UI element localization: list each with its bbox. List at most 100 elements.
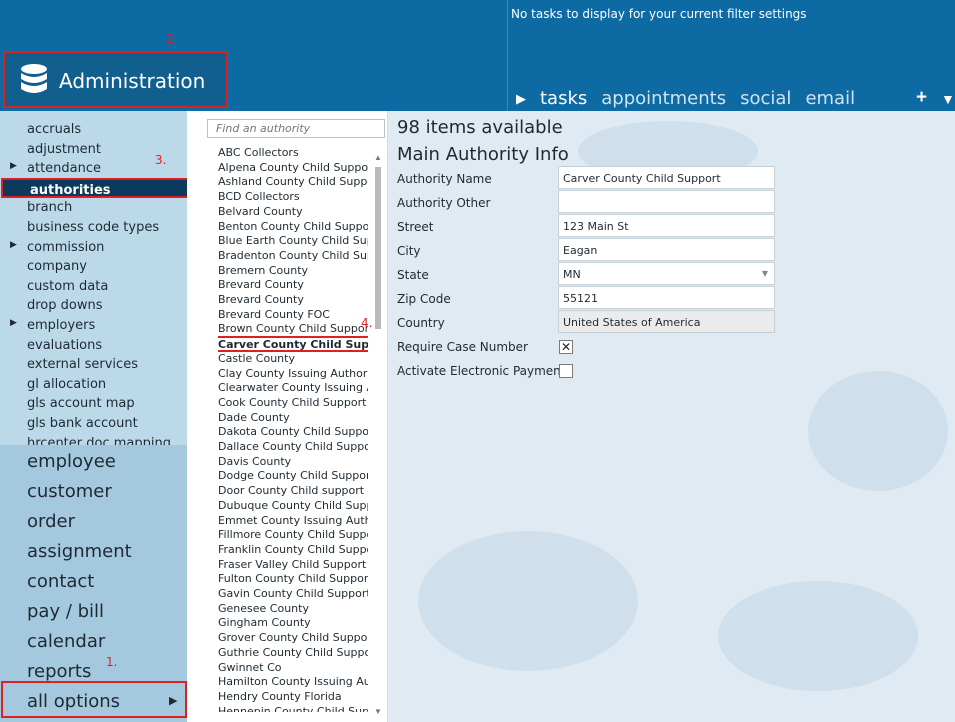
play-icon[interactable]: ▶: [516, 91, 526, 107]
sidebar-item-company[interactable]: company: [0, 256, 187, 276]
sidebar-item-accruals[interactable]: accruals: [0, 119, 187, 139]
admin-submenu: accruals adjustment ▶ attendance authorities…: [0, 119, 187, 445]
module-title-box[interactable]: Administration: [3, 51, 228, 108]
require-case-number-checkbox[interactable]: ✕: [559, 340, 573, 354]
activate-payments-checkbox[interactable]: [559, 364, 573, 378]
caret-down-icon[interactable]: ▼: [941, 91, 955, 107]
items-count: 98 items available: [397, 117, 563, 138]
zip-field[interactable]: 55121: [558, 286, 775, 309]
tab-email[interactable]: email: [805, 88, 855, 109]
list-item[interactable]: Dade County: [218, 411, 368, 425]
sidebar-item-evaluations[interactable]: evaluations: [0, 335, 187, 355]
sidebar-item-custom-data[interactable]: custom data: [0, 276, 187, 296]
sidebar-item-gls-account-map[interactable]: gls account map: [0, 393, 187, 413]
sidebar-item-branch[interactable]: branch: [0, 197, 187, 217]
nav-employee[interactable]: employee: [27, 451, 116, 472]
list-item[interactable]: Cook County Child Support Agency: [218, 396, 368, 410]
scroll-thumb[interactable]: [375, 167, 381, 329]
list-item[interactable]: Bradenton County Child Support: [218, 249, 368, 263]
sidebar-item-label: authorities: [30, 182, 111, 198]
module-title: Administration: [59, 69, 206, 93]
authority-other-field[interactable]: [558, 190, 775, 213]
sidebar-item-external-services[interactable]: external services: [0, 354, 187, 374]
tab-tasks[interactable]: tasks: [540, 88, 587, 109]
list-item[interactable]: Clay County Issuing Authority: [218, 367, 368, 381]
tab-social[interactable]: social: [740, 88, 791, 109]
scroll-up-icon[interactable]: ▲: [374, 153, 382, 162]
list-item[interactable]: Genesee County: [218, 602, 368, 616]
list-item[interactable]: Ashland County Child Support: [218, 175, 368, 189]
list-item[interactable]: Gavin County Child Support: [218, 587, 368, 601]
sidebar-item-hrcenter-doc-mapping[interactable]: hrcenter doc mapping: [0, 433, 187, 445]
expand-arrow-icon[interactable]: ▶: [10, 240, 17, 250]
list-item[interactable]: Belvard County: [218, 205, 368, 219]
authority-name-value: Carver County Child Support: [563, 172, 721, 185]
list-item[interactable]: Fulton County Child Support: [218, 572, 368, 586]
sidebar-item-label: business code types: [27, 220, 160, 235]
list-item[interactable]: Franklin County Child Support: [218, 543, 368, 557]
sidebar-item-label: hrcenter doc mapping: [27, 435, 171, 445]
list-item[interactable]: Bremern County: [218, 264, 368, 278]
list-item[interactable]: Brevard County: [218, 278, 368, 292]
all-options-button[interactable]: all options ▶: [1, 681, 187, 718]
list-item[interactable]: Grover County Child Support: [218, 631, 368, 645]
list-item[interactable]: Dodge County Child Support: [218, 469, 368, 483]
list-item[interactable]: Fraser Valley Child Support: [218, 558, 368, 572]
add-icon[interactable]: +: [916, 87, 927, 109]
authority-search-input[interactable]: [207, 119, 385, 138]
list-item[interactable]: Guthrie County Child Support: [218, 646, 368, 660]
list-item[interactable]: BCD Collectors: [218, 190, 368, 204]
sidebar-item-employers[interactable]: ▶ employers: [0, 315, 187, 335]
nav-reports[interactable]: reports: [27, 661, 91, 682]
list-item[interactable]: Gwinnet Co: [218, 661, 368, 675]
list-item[interactable]: Brown County Child Support: [218, 322, 368, 336]
sidebar-item-label: gl allocation: [27, 376, 107, 392]
sidebar-item-authorities[interactable]: authorities: [1, 177, 187, 198]
nav-order[interactable]: order: [27, 511, 75, 532]
background-shape: [808, 371, 948, 491]
list-item[interactable]: Blue Earth County Child Support: [218, 234, 368, 248]
sidebar-item-label: adjustment: [27, 141, 101, 157]
expand-arrow-icon[interactable]: ▶: [10, 318, 17, 328]
list-item[interactable]: Hamilton County Issuing Authority: [218, 675, 368, 689]
list-item[interactable]: Dallace County Child Support: [218, 440, 368, 454]
sidebar-item-gl-allocation[interactable]: gl allocation: [0, 374, 187, 394]
authority-list-pane: ABC CollectorsAlpena County Child Suppor…: [187, 111, 388, 722]
city-field[interactable]: Eagan: [558, 238, 775, 261]
sidebar-item-drop-downs[interactable]: drop downs: [0, 295, 187, 315]
list-item[interactable]: Door County Child support: [218, 484, 368, 498]
list-item[interactable]: Gingham County: [218, 616, 368, 630]
nav-contact[interactable]: contact: [27, 571, 94, 592]
expand-arrow-icon[interactable]: ▶: [10, 161, 17, 171]
list-item[interactable]: Fillmore County Child Support: [218, 528, 368, 542]
nav-calendar[interactable]: calendar: [27, 631, 105, 652]
list-item[interactable]: Alpena County Child Support: [218, 161, 368, 175]
nav-assignment[interactable]: assignment: [27, 541, 132, 562]
list-item[interactable]: Carver County Child Support: [218, 336, 368, 353]
list-item[interactable]: ABC Collectors: [218, 146, 368, 160]
authority-name-field[interactable]: Carver County Child Support: [558, 166, 775, 189]
nav-pay-bill[interactable]: pay / bill: [27, 601, 104, 622]
list-item[interactable]: Brevard County: [218, 293, 368, 307]
list-item[interactable]: Dakota County Child Support Agency: [218, 425, 368, 439]
sidebar-item-gls-bank-account[interactable]: gls bank account: [0, 413, 187, 433]
list-item[interactable]: Brevard County FOC: [218, 308, 368, 322]
nav-customer[interactable]: customer: [27, 481, 112, 502]
list-item[interactable]: Benton County Child Support: [218, 220, 368, 234]
list-item[interactable]: Hendry County Florida: [218, 690, 368, 704]
state-select[interactable]: MN ▼: [558, 262, 775, 285]
tab-appointments[interactable]: appointments: [601, 88, 726, 109]
list-item[interactable]: Emmet County Issuing Authority: [218, 514, 368, 528]
scroll-down-icon[interactable]: ▼: [374, 707, 382, 716]
sidebar-item-label: employers: [27, 318, 96, 333]
list-item[interactable]: Castle County: [218, 352, 368, 366]
list-item[interactable]: Hennepin County Child Support: [218, 705, 368, 712]
sidebar-item-commission[interactable]: ▶ commission: [0, 237, 187, 257]
country-label: Country: [397, 316, 445, 330]
list-item[interactable]: Clearwater County Issuing Authority: [218, 381, 368, 395]
sidebar-item-business-code-types[interactable]: business code types: [0, 217, 187, 237]
list-item[interactable]: Dubuque County Child Support: [218, 499, 368, 513]
list-scrollbar[interactable]: ▲ ▼: [374, 153, 382, 716]
list-item[interactable]: Davis County: [218, 455, 368, 469]
street-field[interactable]: 123 Main St: [558, 214, 775, 237]
